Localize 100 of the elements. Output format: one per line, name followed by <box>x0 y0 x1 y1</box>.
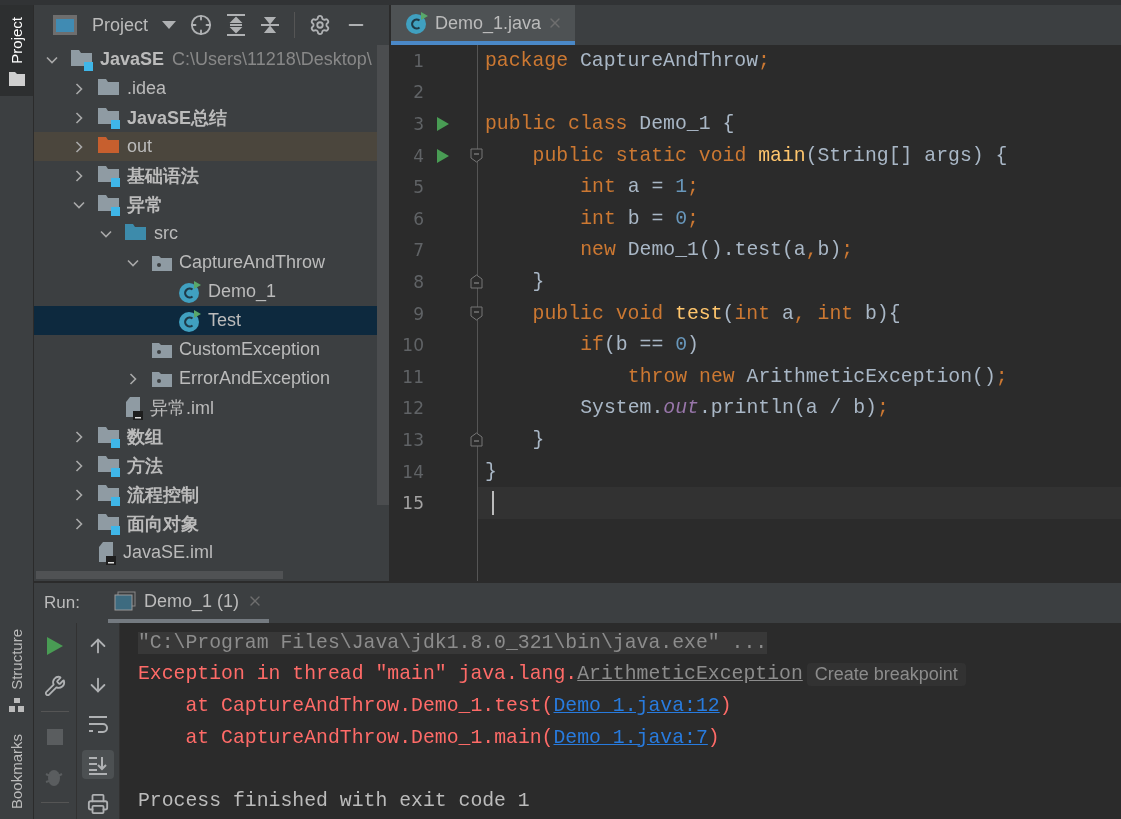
panel-title[interactable]: Project <box>92 14 149 36</box>
file-icon <box>124 395 144 420</box>
tab-label: Demo_1 (1) <box>143 590 239 612</box>
stack-trace-line: at CaptureAndThrow.Demo_1.test(Demo_1.java:12) <box>185 695 732 717</box>
tree-item[interactable]: 数组 <box>34 422 377 451</box>
tree-item[interactable]: Test <box>34 306 377 335</box>
line-number: 14 <box>401 461 424 482</box>
code-line: throw new ArithmeticException(); <box>627 365 1008 388</box>
stack-trace-line: at CaptureAndThrow.Demo_1.main(Demo_1.java:7) <box>185 726 720 749</box>
fold-icon[interactable] <box>470 305 483 321</box>
chevron-icon[interactable] <box>73 459 85 472</box>
run-label: Run: <box>44 593 80 613</box>
item-label: .idea <box>127 78 167 99</box>
console-command: "C:\Program Files\Java\jdk1.8.0_321\bin\java.exe" ... <box>138 631 768 654</box>
code-line: } <box>485 460 497 483</box>
chevron-icon[interactable] <box>73 169 85 182</box>
package-icon <box>151 340 173 359</box>
line-number: 1 <box>412 50 424 71</box>
package-icon <box>151 369 173 388</box>
console-output: Process finished with exit code 1 <box>138 789 530 812</box>
item-label: CaptureAndThrow <box>179 252 326 273</box>
tree-item[interactable]: CaptureAndThrow <box>34 248 377 277</box>
expand-all-icon[interactable] <box>226 14 247 36</box>
class-icon <box>405 11 429 35</box>
dropdown-icon[interactable] <box>162 21 177 29</box>
item-label: 基础语法 <box>127 164 199 188</box>
fold-icon[interactable] <box>470 147 483 163</box>
stop-icon <box>47 729 63 745</box>
source-link[interactable]: Demo_1.java:7 <box>553 726 708 749</box>
code-line: public class Demo_1 { <box>485 113 735 135</box>
line-number: 6 <box>412 208 424 229</box>
item-path: C:\Users\11218\Desktop\ <box>172 49 372 70</box>
tree-item[interactable]: ErrorAndException <box>34 364 377 393</box>
chevron-icon[interactable] <box>73 111 85 124</box>
tree-item[interactable]: 基础语法 <box>34 161 377 190</box>
chevron-icon[interactable] <box>73 140 85 153</box>
module-folder-icon <box>97 483 121 506</box>
line-number: 4 <box>412 145 424 166</box>
tree-item[interactable]: .idea <box>34 74 377 103</box>
tool-window-tab[interactable]: Structure <box>0 617 33 722</box>
fold-icon[interactable] <box>470 432 483 448</box>
item-label: 流程控制 <box>127 483 199 507</box>
wrap-icon <box>87 714 109 736</box>
tree-item[interactable]: 方法 <box>34 451 377 480</box>
line-number: 8 <box>412 271 424 292</box>
module-folder-icon <box>97 106 121 129</box>
code-line: if(b == 0) <box>580 334 699 357</box>
module-folder-icon <box>97 193 121 216</box>
run-icon[interactable] <box>437 117 449 132</box>
wrench-icon <box>44 675 66 697</box>
line-number: 11 <box>401 366 424 387</box>
breakpoint-hint[interactable]: Create breakpoint <box>806 662 966 686</box>
folder-icon <box>8 71 25 86</box>
line-number: 3 <box>412 114 424 134</box>
exception-link[interactable]: ArithmeticException <box>577 663 803 686</box>
run-icon[interactable] <box>437 148 449 163</box>
console-icon <box>113 591 136 611</box>
item-label: Demo_1 <box>208 281 277 302</box>
editor-tab[interactable]: Demo_1.java <box>391 5 576 45</box>
chevron-icon[interactable] <box>73 82 85 95</box>
file-icon <box>97 540 117 565</box>
collapse-all-icon[interactable] <box>260 14 281 36</box>
tree-item[interactable]: out <box>34 132 377 161</box>
tree-item[interactable]: JavaSE.iml <box>34 538 377 567</box>
item-label: CustomException <box>179 339 321 360</box>
tree-item[interactable]: JavaSE C:\Users\11218\Desktop\ <box>34 45 377 74</box>
code-line: new Demo_1().test(a,b); <box>580 239 854 262</box>
code-line: public static void main(String[] args) { <box>532 144 1008 167</box>
tree-item[interactable]: Demo_1 <box>34 277 377 306</box>
line-number: 7 <box>412 240 424 261</box>
tool-window-tab[interactable]: Bookmarks <box>0 721 33 819</box>
tree-item[interactable]: 异常 <box>34 190 377 219</box>
tree-item[interactable]: 面向对象 <box>34 509 377 538</box>
tree-item[interactable]: 异常.iml <box>34 393 377 422</box>
code-line: } <box>532 270 545 293</box>
project-window-icon <box>52 14 78 36</box>
printer-icon <box>87 793 109 816</box>
item-label: Test <box>208 310 241 331</box>
chevron-icon[interactable] <box>73 488 85 501</box>
fold-icon[interactable] <box>470 274 483 290</box>
tree-item[interactable]: src <box>34 219 377 248</box>
chevron-icon[interactable] <box>127 372 139 385</box>
scrollbar[interactable] <box>377 45 389 505</box>
settings-icon[interactable] <box>309 14 332 36</box>
code-line: public void test(int a, int b){ <box>532 302 901 325</box>
source-link[interactable]: Demo_1.java:12 <box>553 695 720 717</box>
class-icon <box>178 308 202 333</box>
tree-item[interactable]: CustomException <box>34 335 377 364</box>
item-label: 数组 <box>127 425 163 449</box>
chevron-icon[interactable] <box>73 517 85 530</box>
code-line: System.out.println(a / b); <box>580 397 889 420</box>
scroll-to-end-button[interactable] <box>82 749 114 780</box>
tree-item[interactable]: 流程控制 <box>34 480 377 509</box>
locate-icon[interactable] <box>190 14 213 36</box>
item-label: JavaSE总结 <box>127 106 228 130</box>
tree-item[interactable]: JavaSE总结 <box>34 103 377 132</box>
tool-window-tab[interactable]: Project <box>0 5 33 96</box>
chevron-icon[interactable] <box>73 430 85 443</box>
line-number: 10 <box>401 335 424 356</box>
line-number: 9 <box>412 303 424 324</box>
